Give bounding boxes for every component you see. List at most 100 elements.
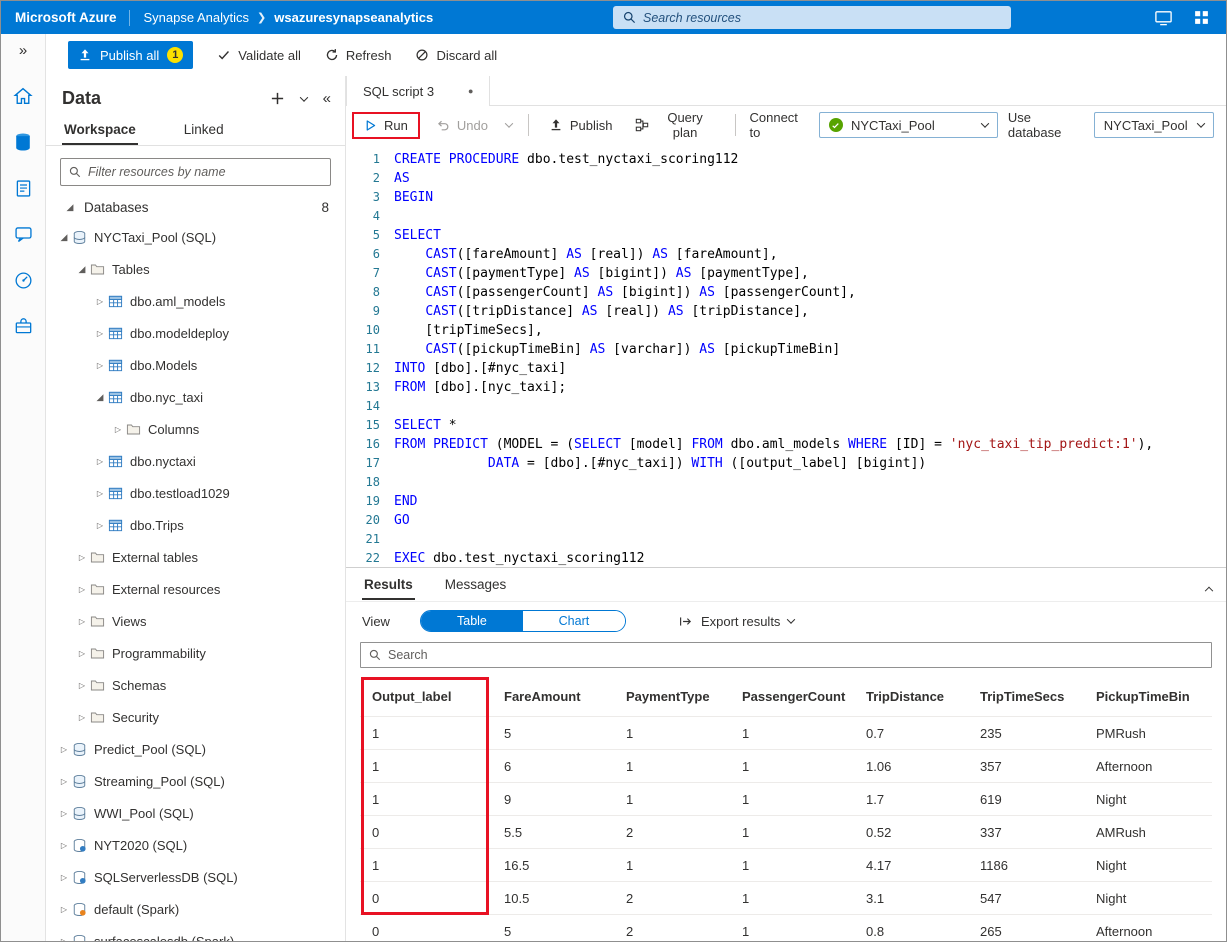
code-line[interactable]: CAST([pickupTimeBin] AS [varchar]) AS [p…	[394, 340, 1226, 359]
global-search-box[interactable]	[613, 6, 1011, 29]
expand-node-icon[interactable]: ▷	[56, 841, 72, 850]
tree-item[interactable]: ▷ External resources	[46, 573, 345, 605]
expand-node-icon[interactable]: ▷	[56, 937, 72, 942]
tab-sql-script-3[interactable]: SQL script 3 ●	[346, 76, 491, 106]
table-row[interactable]: 0 5 2 1 0.8 265 Afternoon	[360, 914, 1212, 941]
expand-node-icon[interactable]: ▷	[74, 649, 90, 658]
publish-all-button[interactable]: Publish all 1	[68, 41, 194, 69]
tree-item[interactable]: ▷ Streaming_Pool (SQL)	[46, 765, 345, 797]
filter-resources-input[interactable]	[88, 165, 322, 179]
discard-all-button[interactable]: Discard all	[415, 48, 497, 63]
breadcrumb-app[interactable]: Synapse Analytics	[144, 10, 250, 25]
tree-item[interactable]: ▷ dbo.Models	[46, 349, 345, 381]
tree-item[interactable]: ▷ surfacescalesdb (Spark)	[46, 925, 345, 941]
table-row[interactable]: 0 5.5 2 1 0.52 337 AMRush	[360, 815, 1212, 848]
expand-node-icon[interactable]: ▷	[92, 329, 108, 338]
collapse-node-icon[interactable]: ◢	[74, 264, 90, 275]
tree-item[interactable]: ▷ dbo.aml_models	[46, 285, 345, 317]
nav-home-icon[interactable]	[1, 73, 46, 119]
code-line[interactable]: CAST([passengerCount] AS [bigint]) AS [p…	[394, 283, 1226, 302]
collapse-node-icon[interactable]: ◢	[56, 232, 72, 243]
query-plan-button[interactable]: Query plan	[629, 106, 721, 144]
toggle-chart[interactable]: Chart	[522, 611, 625, 631]
collapse-panel-icon[interactable]: «	[323, 90, 331, 107]
table-row[interactable]: 1 16.5 1 1 4.17 1186 Night	[360, 848, 1212, 881]
expand-node-icon[interactable]: ▷	[56, 777, 72, 786]
tree-item[interactable]: ▷ WWI_Pool (SQL)	[46, 797, 345, 829]
publish-script-button[interactable]: Publish	[543, 114, 619, 137]
tree-item[interactable]: ▷ Views	[46, 605, 345, 637]
code-line[interactable]: SELECT	[394, 226, 1226, 245]
connect-to-dropdown[interactable]: NYCTaxi_Pool	[818, 112, 998, 138]
collapse-node-icon[interactable]: ◢	[92, 392, 108, 403]
expand-node-icon[interactable]: ▷	[74, 585, 90, 594]
code-line[interactable]	[394, 530, 1226, 549]
expand-node-icon[interactable]: ▷	[92, 521, 108, 530]
tab-messages[interactable]: Messages	[443, 569, 509, 600]
code-line[interactable]: INTO [dbo].[#nyc_taxi]	[394, 359, 1226, 378]
code-line[interactable]: SELECT *	[394, 416, 1226, 435]
expand-node-icon[interactable]: ▷	[56, 873, 72, 882]
table-row[interactable]: 0 10.5 2 1 3.1 547 Night	[360, 881, 1212, 914]
code-line[interactable]	[394, 207, 1226, 226]
code-line[interactable]: [tripTimeSecs],	[394, 321, 1226, 340]
column-header[interactable]: TripDistance	[854, 689, 968, 704]
table-row[interactable]: 1 5 1 1 0.7 235 PMRush	[360, 716, 1212, 749]
collapse-results-icon[interactable]	[1204, 578, 1214, 596]
column-header[interactable]: PaymentType	[614, 689, 730, 704]
tab-results[interactable]: Results	[362, 569, 415, 600]
tree-item[interactable]: ◢ Tables	[46, 253, 345, 285]
validate-all-button[interactable]: Validate all	[217, 48, 301, 63]
feedback-icon[interactable]	[1154, 8, 1173, 27]
tree-item[interactable]: ◢ dbo.nyc_taxi	[46, 381, 345, 413]
expand-node-icon[interactable]: ▷	[56, 745, 72, 754]
tree-item[interactable]: ▷ dbo.nyctaxi	[46, 445, 345, 477]
tree-item[interactable]: ▷ NYT2020 (SQL)	[46, 829, 345, 861]
code-line[interactable]: CAST([fareAmount] AS [real]) AS [fareAmo…	[394, 245, 1226, 264]
databases-section-header[interactable]: ◢ Databases 8	[46, 194, 345, 221]
undo-redo-dropdown-icon[interactable]	[504, 118, 514, 132]
sql-editor[interactable]: 1 2 3 4 5 6 7 8 9 10 11 12 13 14 15 16 17 18 19 20 21 22 CREA…	[346, 144, 1226, 567]
code-line[interactable]	[394, 397, 1226, 416]
nav-manage-icon[interactable]	[1, 303, 46, 349]
tree-item[interactable]: ▷ dbo.modeldeploy	[46, 317, 345, 349]
expand-node-icon[interactable]: ▷	[110, 425, 126, 434]
code-line[interactable]: AS	[394, 169, 1226, 188]
expand-node-icon[interactable]: ▷	[74, 713, 90, 722]
table-row[interactable]: 1 6 1 1 1.06 357 Afternoon	[360, 749, 1212, 782]
actions-chevron-icon[interactable]	[299, 92, 308, 102]
table-row[interactable]: 1 9 1 1 1.7 619 Night	[360, 782, 1212, 815]
expand-rail-icon[interactable]: »	[19, 42, 27, 59]
code-line[interactable]	[394, 473, 1226, 492]
results-search-box[interactable]	[360, 642, 1212, 668]
column-header[interactable]: FareAmount	[492, 689, 614, 704]
breadcrumb-workspace[interactable]: wsazuresynapseanalytics	[274, 10, 433, 25]
add-resource-icon[interactable]	[270, 91, 285, 106]
code-line[interactable]: FROM [dbo].[nyc_taxi];	[394, 378, 1226, 397]
nav-integrate-icon[interactable]	[1, 211, 46, 257]
code-line[interactable]: END	[394, 492, 1226, 511]
collapse-section-icon[interactable]: ◢	[62, 202, 78, 213]
app-switcher-icon[interactable]	[1193, 9, 1210, 26]
expand-node-icon[interactable]: ▷	[74, 681, 90, 690]
tree-item[interactable]: ▷ Programmability	[46, 637, 345, 669]
toggle-table[interactable]: Table	[420, 611, 523, 631]
expand-node-icon[interactable]: ▷	[74, 553, 90, 562]
tree-item[interactable]: ▷ SQLServerlessDB (SQL)	[46, 861, 345, 893]
tree-item[interactable]: ▷ Security	[46, 701, 345, 733]
undo-button[interactable]: Undo	[430, 114, 494, 137]
refresh-button[interactable]: Refresh	[325, 48, 391, 63]
tree-item[interactable]: ▷ Schemas	[46, 669, 345, 701]
nav-develop-icon[interactable]	[1, 165, 46, 211]
tree-item[interactable]: ◢ NYCTaxi_Pool (SQL)	[46, 221, 345, 253]
run-button[interactable]: Run	[358, 116, 414, 135]
expand-node-icon[interactable]: ▷	[92, 361, 108, 370]
tree-item[interactable]: ▷ default (Spark)	[46, 893, 345, 925]
column-header[interactable]: PickupTimeBin	[1084, 689, 1212, 704]
code-line[interactable]: FROM PREDICT (MODEL = (SELECT [model] FR…	[394, 435, 1226, 454]
expand-node-icon[interactable]: ▷	[92, 489, 108, 498]
code-line[interactable]: CAST([tripDistance] AS [real]) AS [tripD…	[394, 302, 1226, 321]
code-line[interactable]: DATA = [dbo].[#nyc_taxi]) WITH ([output_…	[394, 454, 1226, 473]
export-results-button[interactable]: Export results	[678, 614, 796, 629]
tree-item[interactable]: ▷ dbo.Trips	[46, 509, 345, 541]
